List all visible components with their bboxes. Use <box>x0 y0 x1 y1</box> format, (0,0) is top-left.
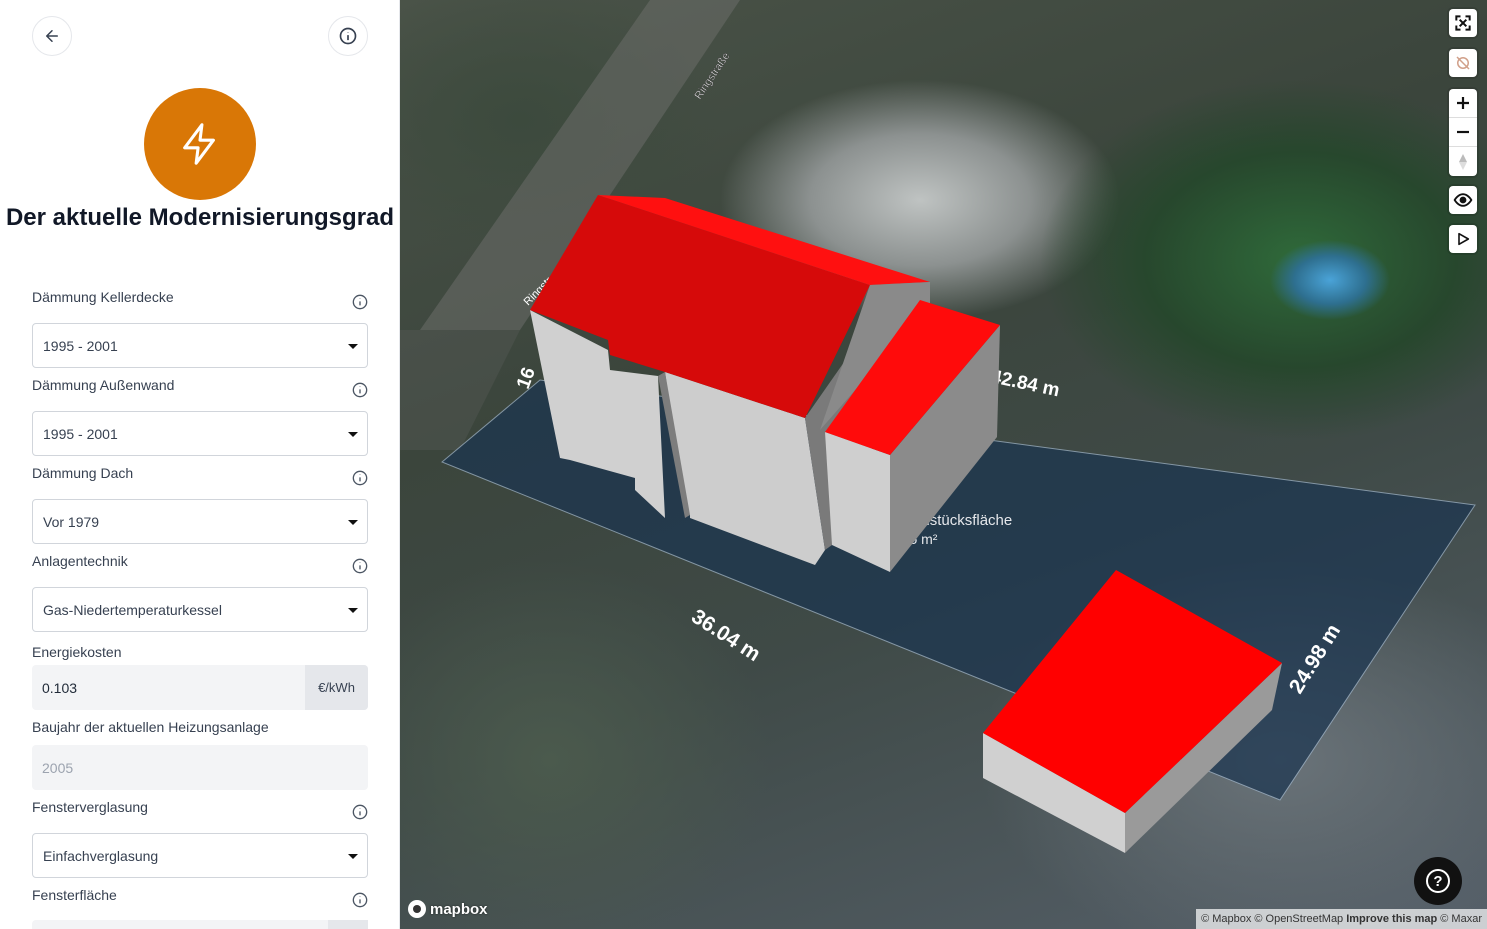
dimension-label: 36.04 m <box>687 605 764 666</box>
info-button[interactable] <box>328 16 368 56</box>
location-disabled-icon <box>1456 56 1470 70</box>
anlagentechnik-label: Anlagentechnik <box>32 553 128 569</box>
page-title: Der aktuelle Modernisierungsgrad <box>5 204 395 231</box>
plus-icon <box>1457 97 1469 109</box>
info-icon <box>339 27 357 45</box>
info-icon[interactable] <box>352 382 368 398</box>
mapbox-icon <box>408 900 426 918</box>
attribution-osm[interactable]: © OpenStreetMap <box>1254 913 1343 925</box>
arrow-left-icon <box>46 30 58 42</box>
energiekosten-unit: €/kWh <box>305 665 368 710</box>
back-button[interactable] <box>32 16 72 56</box>
baujahr-heizung-input[interactable]: 2005 <box>32 745 368 790</box>
map-scene: Ringstraße Ringstr 16 42.84 m 36.04 m 24… <box>400 0 1476 853</box>
caret-down-icon <box>348 520 358 525</box>
aussenwand-label: Dämmung Außenwand <box>32 377 175 393</box>
fullscreen-button[interactable] <box>1449 9 1477 37</box>
energiekosten-input[interactable]: 0.103 <box>32 665 305 710</box>
fullscreen-icon <box>1455 15 1471 31</box>
dach-value: Vor 1979 <box>43 513 100 530</box>
mapbox-logo-text: mapbox <box>430 900 488 918</box>
zoom-out-button[interactable] <box>1449 118 1477 147</box>
caret-down-icon <box>348 432 358 437</box>
info-icon[interactable] <box>352 892 368 908</box>
kellerdecke-select[interactable]: 1995 - 2001 <box>32 323 368 368</box>
fensterflaeche-input[interactable] <box>32 920 368 929</box>
fensterverglasung-value: Einfachverglasung <box>43 847 159 864</box>
energy-badge <box>144 88 256 200</box>
mapbox-logo[interactable]: mapbox <box>408 900 488 918</box>
help-button[interactable]: ? <box>1414 857 1462 905</box>
minus-icon <box>1457 130 1469 134</box>
dimension-label: 42.84 m <box>989 366 1062 401</box>
sidebar: Der aktuelle Modernisierungsgrad Dämmung… <box>0 0 400 929</box>
play-button[interactable] <box>1449 225 1477 253</box>
fensterverglasung-select[interactable]: Einfachverglasung <box>32 833 368 878</box>
map-attribution: © Mapbox © OpenStreetMap Improve this ma… <box>1196 909 1487 929</box>
info-icon[interactable] <box>352 294 368 310</box>
map-3d-view[interactable]: Ringstraße Ringstr 16 42.84 m 36.04 m 24… <box>400 0 1487 929</box>
dach-select[interactable]: Vor 1979 <box>32 499 368 544</box>
baujahr-heizung-label: Baujahr der aktuellen Heizungsanlage <box>32 719 269 735</box>
info-icon[interactable] <box>352 558 368 574</box>
caret-down-icon <box>348 344 358 349</box>
question-icon: ? <box>1426 869 1450 893</box>
caret-down-icon <box>348 854 358 859</box>
fensterflaeche-unit <box>328 920 368 929</box>
dach-label: Dämmung Dach <box>32 465 134 481</box>
energiekosten-label: Energiekosten <box>32 644 122 660</box>
zoom-controls <box>1449 89 1477 176</box>
attribution-maxar[interactable]: © Maxar <box>1440 913 1482 925</box>
compass-button[interactable] <box>1449 147 1477 176</box>
aussenwand-value: 1995 - 2001 <box>43 425 118 442</box>
lightning-icon <box>183 123 215 165</box>
kellerdecke-value: 1995 - 2001 <box>43 337 118 354</box>
aussenwand-select[interactable]: 1995 - 2001 <box>32 411 368 456</box>
play-icon <box>1458 232 1470 246</box>
energiekosten-input-group: 0.103 €/kWh <box>32 665 368 710</box>
info-icon[interactable] <box>352 470 368 486</box>
anlagentechnik-select[interactable]: Gas-Niedertemperaturkessel <box>32 587 368 632</box>
info-icon[interactable] <box>352 804 368 820</box>
view-toggle-button[interactable] <box>1449 186 1477 214</box>
zoom-in-button[interactable] <box>1449 89 1477 118</box>
anlagentechnik-value: Gas-Niedertemperaturkessel <box>43 601 222 618</box>
fensterverglasung-label: Fensterverglasung <box>32 799 148 815</box>
attribution-mapbox[interactable]: © Mapbox <box>1201 913 1251 925</box>
attribution-improve[interactable]: Improve this map <box>1346 913 1437 925</box>
compass-icon <box>1459 153 1467 170</box>
eye-icon <box>1453 193 1473 207</box>
fensterflaeche-label: Fensterfläche <box>32 887 117 903</box>
caret-down-icon <box>348 608 358 613</box>
kellerdecke-label: Dämmung Kellerdecke <box>32 289 174 305</box>
geolocate-button[interactable] <box>1449 49 1477 77</box>
